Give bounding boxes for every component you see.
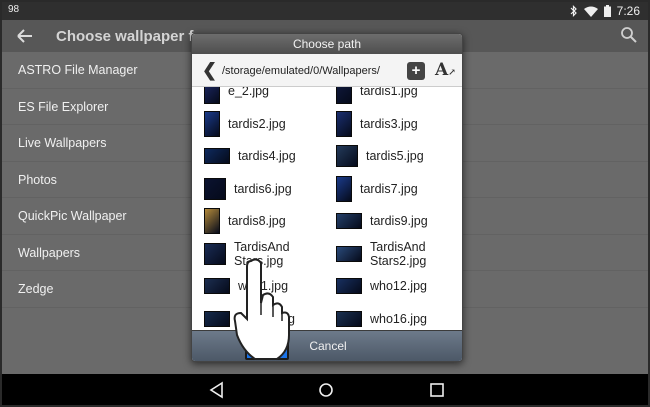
navigation-bar (2, 374, 648, 405)
file-item[interactable]: TardisAnd Stars2.jpg (336, 238, 454, 270)
file-item[interactable]: tardis3.jpg (336, 108, 444, 140)
file-item[interactable]: tardis1.jpg (336, 87, 444, 107)
file-item[interactable]: tardis7.jpg (336, 173, 444, 205)
file-thumbnail (204, 110, 220, 137)
search-icon[interactable] (620, 26, 638, 44)
status-left-text: 98 (8, 4, 20, 15)
nav-recents-icon[interactable] (428, 381, 446, 399)
file-item[interactable]: tardis6.jpg (204, 173, 318, 205)
file-name: tardis1.jpg (360, 87, 418, 98)
sort-icon[interactable]: A↗ (435, 60, 456, 80)
back-arrow-icon[interactable] (14, 25, 36, 47)
file-thumbnail (336, 110, 352, 137)
file-thumbnail (204, 242, 226, 265)
file-thumbnail (204, 278, 230, 294)
file-thumbnail (204, 310, 230, 327)
wifi-icon (583, 6, 598, 17)
path-bar: ❮ /storage/emulated/0/Wallpapers/ + A↗ (192, 54, 462, 87)
file-thumbnail (336, 87, 352, 104)
file-thumbnail (204, 87, 220, 104)
status-bar: 98 7:26 (2, 2, 648, 20)
file-thumbnail (204, 148, 230, 164)
file-thumbnail (336, 175, 352, 202)
file-thumbnail (204, 177, 226, 200)
chevron-left-icon[interactable]: ❮ (202, 60, 217, 81)
nav-back-icon[interactable] (208, 381, 226, 399)
file-item[interactable]: tardis4.jpg (204, 140, 322, 172)
current-path: /storage/emulated/0/Wallpapers/ (222, 65, 380, 77)
file-thumbnail (336, 245, 362, 262)
file-thumbnail (336, 310, 362, 327)
file-item[interactable]: e_2.jpg (204, 87, 312, 107)
file-name: tardis2.jpg (228, 116, 286, 131)
file-item[interactable]: tardis8.jpg (204, 205, 312, 237)
file-item[interactable]: tardis5.jpg (336, 140, 450, 172)
file-name: tardis3.jpg (360, 116, 418, 131)
status-time: 7:26 (616, 4, 640, 18)
pointing-hand-icon (233, 258, 290, 360)
file-item[interactable]: who16.jpg (336, 303, 454, 333)
file-name: tardis6.jpg (234, 181, 292, 196)
status-icons: 7:26 (570, 4, 640, 18)
file-thumbnail (204, 208, 220, 234)
file-item[interactable]: tardis9.jpg (336, 205, 454, 237)
file-name: tardis4.jpg (238, 149, 296, 163)
add-folder-icon[interactable]: + (407, 62, 425, 80)
file-item[interactable]: who12.jpg (336, 270, 454, 302)
file-thumbnail (336, 145, 358, 167)
file-item[interactable]: tardis2.jpg (204, 108, 312, 140)
screen: 98 7:26 Choose wallpaper from ASTRO File… (0, 0, 650, 407)
file-name: who12.jpg (370, 279, 427, 293)
file-thumbnail (336, 278, 362, 294)
file-name: tardis8.jpg (228, 214, 286, 228)
nav-home-icon[interactable] (317, 381, 335, 399)
file-name: tardis7.jpg (360, 181, 418, 196)
dialog-title: Choose path (192, 34, 462, 54)
bluetooth-icon (570, 5, 577, 17)
file-name: e_2.jpg (228, 87, 270, 98)
file-name: tardis5.jpg (366, 149, 424, 163)
battery-icon (603, 5, 611, 17)
file-name: who16.jpg (370, 311, 427, 326)
file-name: TardisAnd Stars2.jpg (370, 239, 427, 268)
file-thumbnail (336, 213, 362, 229)
file-name: tardis9.jpg (370, 214, 428, 228)
